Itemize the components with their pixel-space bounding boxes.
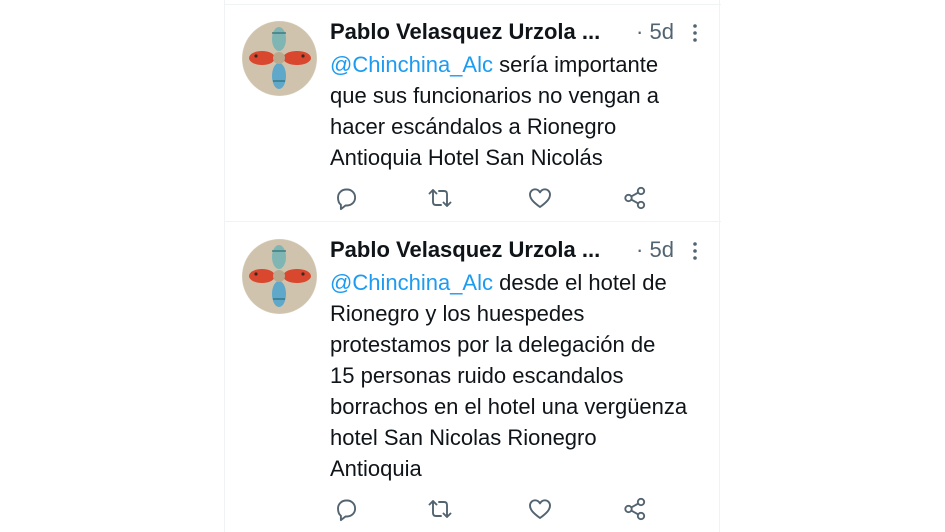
tweet-header: Pablo Velasquez Urzola ... · 5d bbox=[330, 17, 708, 47]
retweet-icon bbox=[428, 189, 452, 207]
heart-icon bbox=[529, 499, 551, 519]
share-icon bbox=[624, 497, 646, 521]
more-icon[interactable] bbox=[689, 240, 701, 262]
tweet-actions bbox=[330, 185, 650, 211]
avatar-image bbox=[242, 21, 317, 96]
time-separator: · bbox=[636, 237, 644, 262]
share-button[interactable] bbox=[622, 496, 648, 522]
author-name[interactable]: Pablo Velasquez Urzola ... bbox=[330, 235, 600, 265]
avatar[interactable] bbox=[242, 239, 317, 314]
mention-link[interactable]: @Chinchina_Alc bbox=[330, 52, 493, 77]
like-button[interactable] bbox=[527, 496, 553, 522]
reply-icon bbox=[337, 499, 357, 522]
reply-icon bbox=[337, 188, 357, 211]
share-icon bbox=[624, 186, 646, 210]
time-separator: · bbox=[636, 19, 644, 44]
avatar-image bbox=[242, 239, 317, 314]
tweet[interactable]: Pablo Velasquez Urzola ... · 5d @Chinchi… bbox=[225, 4, 721, 222]
retweet-icon bbox=[428, 500, 452, 518]
tweet-text: @Chinchina_Alc sería importante que sus … bbox=[330, 49, 715, 173]
retweet-button[interactable] bbox=[427, 185, 453, 211]
reply-button[interactable] bbox=[333, 496, 359, 522]
time-value: 5d bbox=[649, 237, 674, 262]
mention-link[interactable]: @Chinchina_Alc bbox=[330, 270, 493, 295]
tweet[interactable]: Pablo Velasquez Urzola ... · 5d @Chinchi… bbox=[225, 223, 721, 532]
share-button[interactable] bbox=[622, 185, 648, 211]
tweet-body: desde el hotel de Rionegro y los huesped… bbox=[330, 270, 688, 481]
time-value: 5d bbox=[649, 19, 674, 44]
tweet-text: @Chinchina_Alc desde el hotel de Rionegr… bbox=[330, 267, 715, 484]
reply-button[interactable] bbox=[333, 185, 359, 211]
timeline-feed: Pablo Velasquez Urzola ... · 5d @Chinchi… bbox=[224, 0, 721, 532]
more-icon[interactable] bbox=[689, 22, 701, 44]
author-name[interactable]: Pablo Velasquez Urzola ... bbox=[330, 17, 600, 47]
tweet-actions bbox=[330, 496, 650, 522]
timestamp[interactable]: · 5d bbox=[636, 17, 674, 47]
timestamp[interactable]: · 5d bbox=[636, 235, 674, 265]
avatar[interactable] bbox=[242, 21, 317, 96]
retweet-button[interactable] bbox=[427, 496, 453, 522]
like-button[interactable] bbox=[527, 185, 553, 211]
tweet-header: Pablo Velasquez Urzola ... · 5d bbox=[330, 235, 708, 265]
heart-icon bbox=[529, 188, 551, 208]
